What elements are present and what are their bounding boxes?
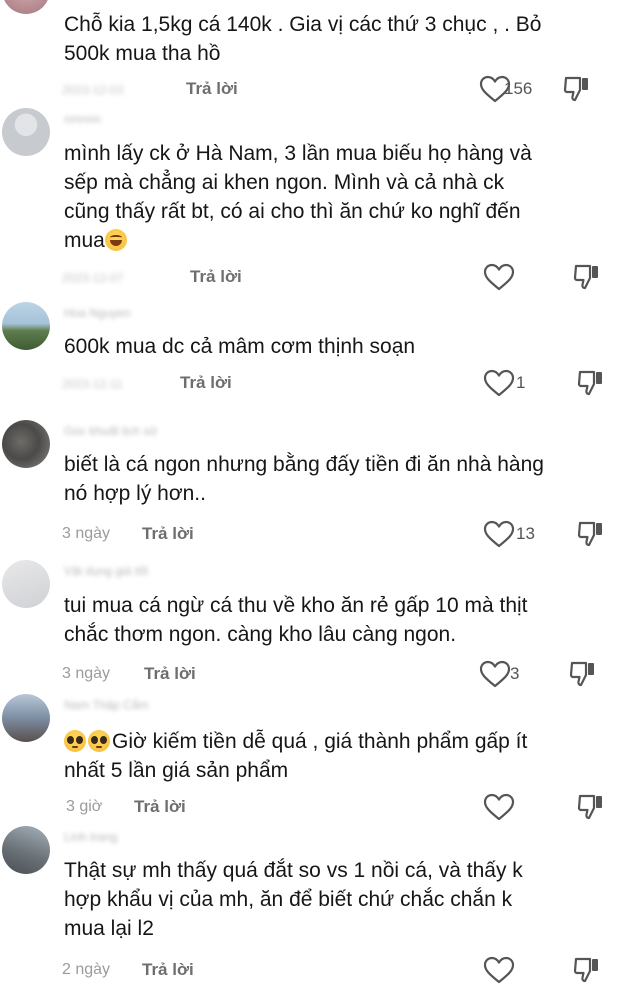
comment-text: biết là cá ngon nhưng bằng đấy tiền đi ă… xyxy=(64,453,544,505)
pleading-face-icon xyxy=(88,730,110,752)
dislike-icon[interactable] xyxy=(576,519,606,549)
user-avatar[interactable] xyxy=(2,0,50,14)
user-avatar[interactable] xyxy=(2,826,50,874)
reply-button[interactable]: Trả lời xyxy=(134,797,186,817)
reply-button[interactable]: Trả lời xyxy=(144,664,196,684)
dislike-icon[interactable] xyxy=(562,74,592,104)
pleading-face-icon xyxy=(64,730,86,752)
comment-text: mình lấy ck ở Hà Nam, 3 lần mua biếu họ … xyxy=(64,142,532,252)
heart-icon[interactable] xyxy=(482,368,516,398)
like-count: 156 xyxy=(504,79,533,98)
comment-time: 2023-12-03 xyxy=(62,83,124,97)
reply-button[interactable]: Trả lời xyxy=(142,960,194,980)
like-count: 13 xyxy=(516,524,535,543)
user-avatar[interactable] xyxy=(2,420,50,468)
heart-icon[interactable] xyxy=(482,519,516,549)
comment-username[interactable]: nmnnn xyxy=(64,112,101,126)
user-avatar[interactable] xyxy=(2,108,50,156)
comment-text: tui mua cá ngừ cá thu về kho ăn rẻ gấp 1… xyxy=(64,594,528,646)
comment-text: Chỗ kia 1,5kg cá 140k . Gia vị các thứ 3… xyxy=(64,13,542,65)
comment-username[interactable]: Góc khuất lịch sử xyxy=(64,424,157,438)
comment-time: 3 ngày xyxy=(62,665,111,682)
dislike-icon[interactable] xyxy=(572,955,602,985)
comment-text: Giờ kiếm tiền dễ quá , giá thành phẩm gấ… xyxy=(64,730,528,782)
comment-username[interactable]: Nam Thập Cẩm xyxy=(64,698,148,712)
grinning-face-icon xyxy=(104,229,127,251)
reply-button[interactable]: Trả lời xyxy=(186,79,238,99)
heart-icon[interactable] xyxy=(482,955,516,985)
dislike-icon[interactable] xyxy=(576,792,606,822)
reply-button[interactable]: Trả lời xyxy=(142,524,194,544)
comment-text: Thật sự mh thấy quá đắt so vs 1 nồi cá, … xyxy=(64,859,523,940)
heart-icon[interactable] xyxy=(478,659,512,689)
dislike-icon[interactable] xyxy=(568,659,598,689)
comment-username[interactable]: Hoa Nguyen xyxy=(64,306,131,320)
dislike-icon[interactable] xyxy=(572,262,602,292)
user-avatar[interactable] xyxy=(2,560,50,608)
comment-time: 2023-12-07 xyxy=(62,271,124,285)
dislike-icon[interactable] xyxy=(576,368,606,398)
reply-button[interactable]: Trả lời xyxy=(190,267,242,287)
comment-time: 2023-12-11 xyxy=(62,377,123,391)
comment-time: 3 giờ xyxy=(66,798,103,815)
user-avatar[interactable] xyxy=(2,302,50,350)
comment-time: 2 ngày xyxy=(62,961,111,978)
comment-time: 3 ngày xyxy=(62,525,111,542)
reply-button[interactable]: Trả lời xyxy=(180,373,232,393)
comment-username[interactable]: Linh trang xyxy=(64,830,117,844)
heart-icon[interactable] xyxy=(482,792,516,822)
comment-text: 600k mua dc cả mâm cơm thịnh soạn xyxy=(64,335,416,358)
comment-username[interactable]: Vật dụng giá tốt xyxy=(64,564,148,578)
like-count: 3 xyxy=(510,664,520,683)
user-avatar[interactable] xyxy=(2,694,50,742)
heart-icon[interactable] xyxy=(482,262,516,292)
like-count: 1 xyxy=(516,373,526,392)
